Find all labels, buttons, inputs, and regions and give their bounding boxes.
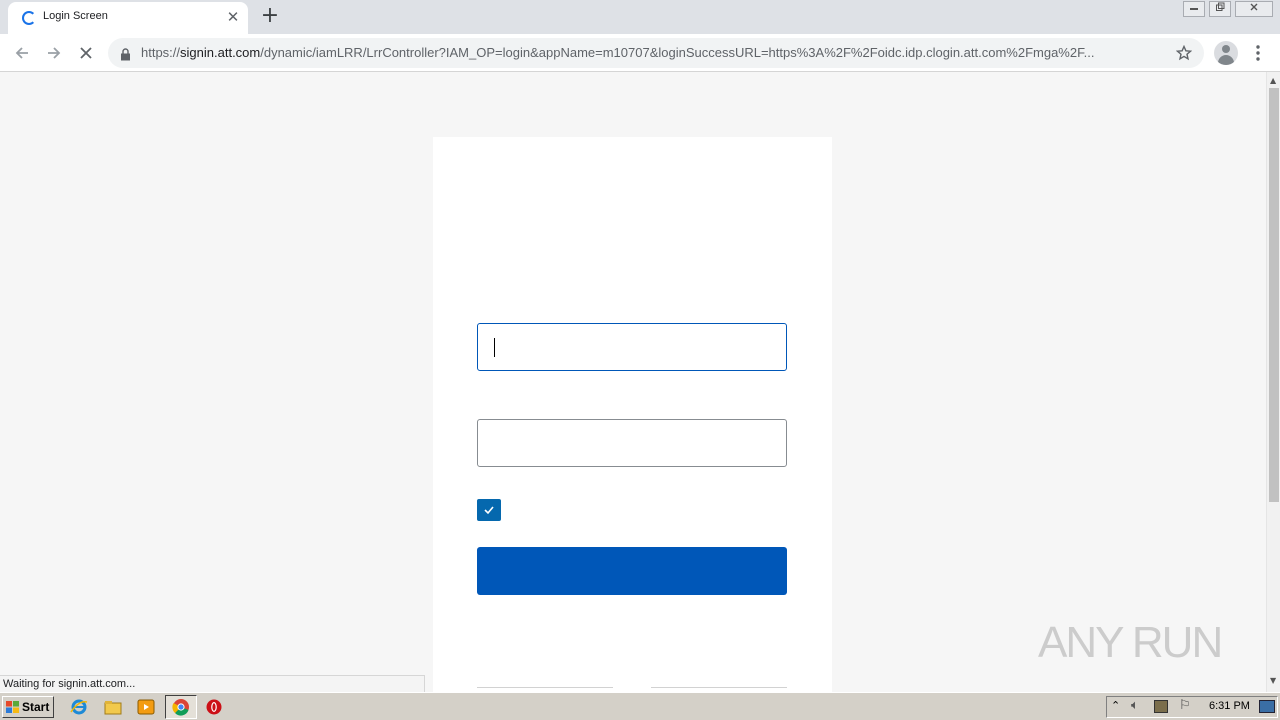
window-restore-button[interactable] <box>1209 1 1231 17</box>
profile-head-shape <box>1222 45 1230 53</box>
password-input[interactable] <box>477 419 787 467</box>
tab-title: Login Screen <box>43 10 108 22</box>
start-label: Start <box>22 700 50 714</box>
window-minimize-button[interactable] <box>1183 1 1205 17</box>
anyrun-watermark-logo: ANY RUN <box>1038 610 1238 670</box>
chrome-taskbar-button[interactable] <box>165 695 197 719</box>
lock-icon[interactable] <box>120 46 131 61</box>
loading-spinner-icon <box>22 11 36 25</box>
browser-toolbar: https://signin.att.com/dynamic/iamLRR/Lr… <box>0 34 1280 72</box>
divider-right <box>651 687 787 688</box>
tab-close-icon[interactable]: ✕ <box>224 7 242 27</box>
page-viewport <box>0 72 1266 692</box>
address-bar[interactable]: https://signin.att.com/dynamic/iamLRR/Lr… <box>108 38 1204 68</box>
network-icon[interactable] <box>1154 700 1168 713</box>
scroll-thumb[interactable] <box>1269 88 1279 502</box>
kebab-menu-icon[interactable] <box>1250 40 1266 66</box>
remember-me-checkbox[interactable] <box>477 499 501 521</box>
vertical-scrollbar[interactable]: ▲ ▼ <box>1266 72 1280 692</box>
volume-icon[interactable]: 🔈︎ <box>1131 698 1139 713</box>
url-scheme: https:// <box>141 45 181 60</box>
start-button[interactable]: Start <box>2 696 54 718</box>
media-player-icon[interactable] <box>137 698 155 716</box>
divider-left <box>477 687 613 688</box>
star-icon[interactable] <box>1175 41 1193 66</box>
browser-tab[interactable]: Login Screen ✕ <box>8 2 248 34</box>
profile-icon[interactable] <box>1214 41 1238 65</box>
status-bubble: Waiting for signin.att.com... <box>0 675 425 693</box>
watermark-text: ANY RUN <box>1038 618 1223 667</box>
scroll-up-arrow-icon[interactable]: ▲ <box>1270 76 1276 85</box>
tab-strip: Login Screen ✕ + <box>0 0 1280 34</box>
system-tray: ⌃ 🔈︎ ⚐ 6:31 PM <box>1106 696 1278 718</box>
login-card <box>433 137 832 692</box>
scroll-down-arrow-icon[interactable]: ▼ <box>1270 676 1276 685</box>
action-center-flag-icon[interactable]: ⚐ <box>1179 698 1191 713</box>
url-path: /dynamic/iamLRR/LrrController?IAM_OP=log… <box>260 45 1095 60</box>
windows-taskbar: Start ⌃ 🔈︎ ⚐ 6:31 PM <box>0 692 1280 720</box>
username-input[interactable] <box>477 323 787 371</box>
window-close-button[interactable] <box>1235 1 1273 17</box>
profile-body-shape <box>1218 55 1234 65</box>
opera-icon[interactable] <box>205 698 223 716</box>
back-arrow-icon[interactable] <box>8 39 36 67</box>
sign-in-button[interactable] <box>477 547 787 595</box>
show-desktop-icon[interactable] <box>1259 700 1275 713</box>
internet-explorer-icon[interactable] <box>70 698 88 716</box>
show-hidden-icons-icon[interactable]: ⌃ <box>1111 699 1120 712</box>
forward-arrow-icon[interactable] <box>40 39 68 67</box>
new-tab-button[interactable]: + <box>258 4 282 28</box>
taskbar-clock[interactable]: 6:31 PM <box>1209 700 1250 712</box>
url-text[interactable]: https://signin.att.com/dynamic/iamLRR/Lr… <box>141 45 1161 60</box>
chrome-icon <box>172 699 189 716</box>
windows-logo-icon <box>6 701 19 713</box>
file-explorer-icon[interactable] <box>104 698 122 716</box>
url-host: signin.att.com <box>180 45 261 60</box>
text-caret <box>494 338 495 357</box>
stop-icon[interactable] <box>72 39 100 67</box>
